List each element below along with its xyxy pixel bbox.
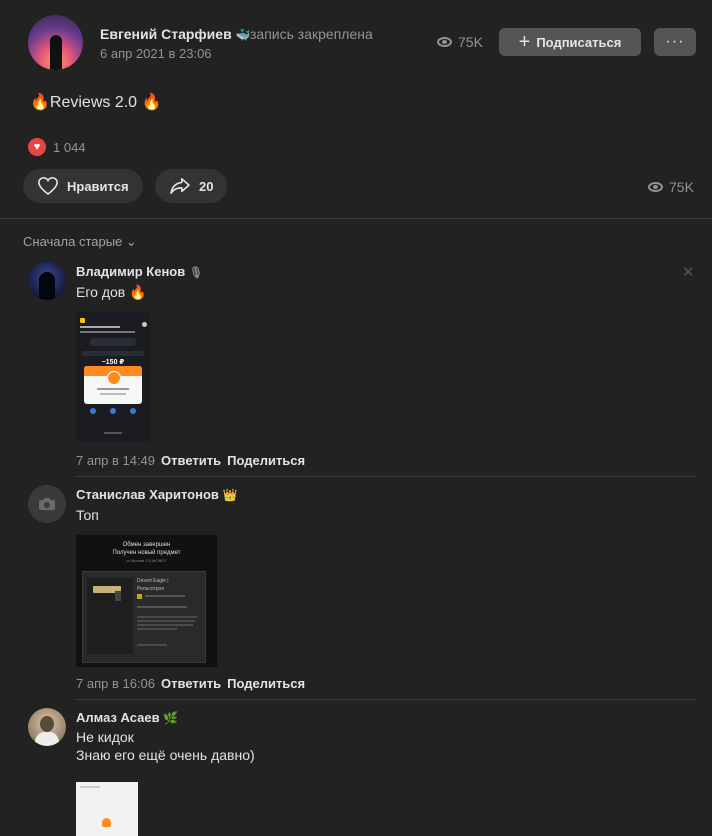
- post-text: 🔥Reviews 2.0 🔥: [30, 94, 162, 111]
- comment-author-name[interactable]: Станислав Харитонов 👑: [76, 487, 237, 502]
- image-text: от Nomad CS.MONEY: [126, 558, 167, 563]
- microphone-icon: 🎙: [188, 267, 203, 279]
- heart-reaction-icon: ♥: [28, 138, 46, 156]
- like-button[interactable]: Нравится: [23, 169, 143, 203]
- eye-icon: [648, 182, 663, 192]
- comment-author-name[interactable]: Алмаз Асаев 🌿: [76, 710, 178, 725]
- payment-amount: −150 ₽: [101, 359, 125, 366]
- post-date[interactable]: 6 апр 2021 в 23:06: [100, 46, 212, 61]
- leaf-icon: 🌿: [163, 711, 179, 725]
- divider: [0, 218, 712, 219]
- comment-image-trade-screenshot[interactable]: Обмен завершен Получен новый предмет от …: [76, 535, 217, 667]
- image-text: Обмен завершен: [122, 542, 171, 548]
- subscribe-button[interactable]: + Подписаться: [499, 28, 641, 56]
- comment-date[interactable]: 7 апр в 14:49: [76, 453, 155, 468]
- heart-icon: [38, 176, 58, 196]
- fire-icon: 🔥: [30, 94, 50, 111]
- more-options-button[interactable]: ···: [654, 28, 696, 56]
- comment-date[interactable]: 7 апр в 16:06: [76, 676, 155, 691]
- chevron-down-icon: ⌄: [125, 234, 137, 249]
- post-author-name[interactable]: Евгений Старфиев 🐳: [100, 26, 251, 42]
- camera-icon: [39, 498, 55, 510]
- comment-text: Знаю его ещё очень давно): [76, 747, 255, 763]
- comment-avatar[interactable]: [28, 485, 66, 523]
- comment-meta: 7 апр в 16:06 Ответить Поделиться: [76, 676, 305, 691]
- reply-button[interactable]: Ответить: [161, 676, 221, 691]
- comment-image-payment-screenshot[interactable]: −150 ₽: [76, 312, 150, 442]
- eye-icon: [437, 37, 452, 47]
- image-text: Desert Eagle |: [137, 578, 169, 584]
- plus-icon: +: [518, 31, 531, 53]
- comment-meta: 7 апр в 14:49 Ответить Поделиться: [76, 453, 305, 468]
- reactions-summary[interactable]: ♥ 1 044: [28, 138, 86, 156]
- fire-icon: 🔥: [129, 284, 147, 300]
- comment-image-screenshot[interactable]: [76, 776, 138, 836]
- image-text: Получен новый предмет: [112, 550, 181, 556]
- image-text: Рельсотрон: [137, 586, 165, 592]
- close-icon[interactable]: ✕: [682, 263, 695, 281]
- share-arrow-icon: [170, 177, 190, 195]
- reply-button[interactable]: Ответить: [161, 453, 221, 468]
- fire-icon: 🔥: [141, 94, 162, 111]
- divider: [76, 699, 696, 700]
- pinned-label: запись закреплена: [250, 26, 373, 42]
- post-views-bottom: 75K: [648, 179, 694, 195]
- whale-icon: 🐳: [235, 28, 251, 42]
- comment-avatar[interactable]: [28, 708, 66, 746]
- comments-sort-dropdown[interactable]: Сначала старые ⌄: [23, 234, 137, 250]
- post-views-top: 75K: [437, 34, 483, 50]
- comment-avatar[interactable]: [28, 262, 66, 300]
- comment-text: Топ: [76, 507, 99, 523]
- share-comment-button[interactable]: Поделиться: [227, 676, 305, 691]
- share-button[interactable]: 20: [155, 169, 228, 203]
- comment-author-name[interactable]: Владимир Кенов 🎙: [76, 264, 203, 279]
- comment-text: Его дов 🔥: [76, 284, 147, 300]
- divider: [76, 476, 696, 477]
- share-comment-button[interactable]: Поделиться: [227, 453, 305, 468]
- post-author-avatar[interactable]: [28, 15, 83, 70]
- crown-icon: 👑: [222, 488, 238, 502]
